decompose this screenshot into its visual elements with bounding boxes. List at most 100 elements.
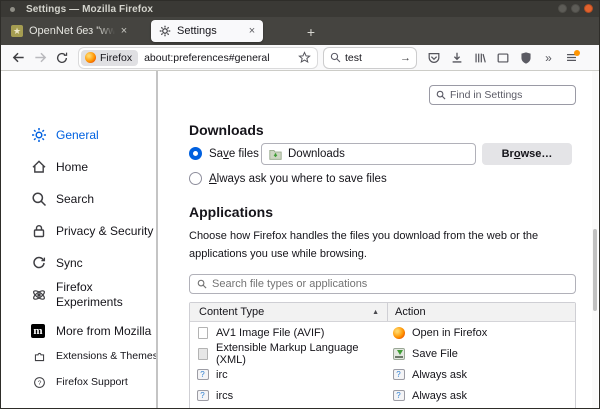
overflow-chevron-icon[interactable]: » [537,48,560,68]
window-title: Settings — Mozilla Firefox [26,4,153,15]
settings-main: Downloads Save files to Downloads Browse… [189,71,576,409]
table-row[interactable]: ? irc ? Always ask [190,364,575,385]
gear-icon [31,127,47,143]
back-button[interactable] [7,48,29,68]
library-icon[interactable] [468,48,491,68]
url-text[interactable]: about:preferences#general [144,52,298,64]
update-notification-dot [574,50,580,56]
search-icon [31,191,47,207]
content-type-cell: irc [216,369,228,381]
reload-button[interactable] [51,48,73,68]
action-cell[interactable]: Save File [412,348,458,360]
search-go-icon[interactable]: → [400,52,411,64]
column-header-content-type[interactable]: Content Type ▲ [190,303,388,321]
applications-description: Choose how Firefox handles the files you… [189,228,576,263]
tab-title: Settings [177,25,217,37]
sidebar-label: Home [56,160,88,174]
column-header-action[interactable]: Action [388,306,426,318]
sidebar-label: Sync [56,256,83,270]
maximize-button[interactable] [571,4,580,13]
content-type-cell: Extensible Markup Language (XML) [216,342,388,366]
search-bar[interactable]: test → [324,48,416,68]
help-icon: ? [33,376,46,389]
app-icon [10,7,15,12]
sidebar-label: Firefox Support [56,376,128,388]
browse-button[interactable]: Browse… [482,143,572,165]
svg-text:?: ? [38,379,42,386]
sidebar-label: Search [56,192,94,206]
identity-chip[interactable]: Firefox [81,50,138,66]
sync-icon [31,255,47,271]
sidebar-label: Firefox Experiments [56,280,144,310]
downloads-icon[interactable] [445,48,468,68]
sidebar-item-home[interactable]: Home [1,151,151,183]
action-cell[interactable]: Always ask [412,390,467,402]
menu-hamburger-icon[interactable] [560,48,583,68]
tab-close-icon[interactable]: × [117,24,131,38]
settings-sidebar: General Home Search Privacy & Security [1,71,151,409]
sidebar-label: General [56,128,99,142]
find-in-settings-input[interactable] [450,89,575,101]
downloads-folder-icon [269,148,282,160]
new-tab-button[interactable]: + [301,22,321,42]
sort-ascending-icon: ▲ [372,309,379,316]
table-row[interactable]: ?ircs ?Always ask [190,385,575,406]
table-header: Content Type ▲ Action [190,303,575,322]
sidebar-item-privacy-security[interactable]: Privacy & Security [1,215,151,247]
lock-icon [31,223,47,239]
search-value[interactable]: test [345,52,362,64]
action-cell[interactable]: Open in Firefox [412,327,487,339]
always-ask-option[interactable]: Always ask you where to save files [189,172,387,185]
sidebar-item-firefox-support[interactable]: ? Firefox Support [1,369,151,395]
content-type-cell: ircs [216,390,233,402]
minimize-button[interactable] [558,4,567,13]
bookmark-star-icon[interactable] [298,51,311,64]
tab-bar: ★ OpenNet без "www" - мини × Settings × … [1,17,599,45]
shield-extension-icon[interactable] [514,48,537,68]
question-bubble-icon: ? [392,368,405,381]
firefox-window: Settings — Mozilla Firefox ★ OpenNet без… [0,0,600,409]
find-in-settings[interactable] [429,85,576,105]
identity-label: Firefox [100,52,132,64]
url-bar[interactable]: Firefox about:preferences#general [79,48,317,68]
opennet-favicon: ★ [11,25,23,37]
gear-icon [159,25,171,37]
search-icon [436,90,446,100]
atom-icon [31,287,47,303]
sidebar-item-firefox-experiments[interactable]: Firefox Experiments [1,275,151,315]
download-path-input[interactable]: Downloads [261,143,476,165]
sidebar-item-search[interactable]: Search [1,183,151,215]
sidebar-toggle-icon[interactable] [491,48,514,68]
applications-search-input[interactable] [212,278,575,290]
table-row[interactable]: AV1 Image File (AVIF) Open in Firefox [190,322,575,343]
question-bubble-icon: ? [392,389,405,402]
tab-title: OpenNet без "www" - мини [29,25,115,37]
question-bubble-icon: ? [196,368,209,381]
action-cell[interactable]: Always ask [412,369,467,381]
table-row[interactable]: Extensible Markup Language (XML) Save Fi… [190,343,575,364]
tab-settings[interactable]: Settings × [151,20,263,42]
download-path-value: Downloads [288,148,345,160]
sidebar-label: Extensions & Themes [56,350,158,362]
sidebar-item-extensions-themes[interactable]: Extensions & Themes [1,343,151,369]
content-type-cell: AV1 Image File (AVIF) [216,327,324,339]
scrollbar [592,71,598,409]
firefox-icon [392,326,405,339]
search-icon [330,52,341,63]
toolbar-icons: » [422,48,583,68]
scrollbar-thumb[interactable] [593,229,597,311]
applications-search[interactable] [189,274,576,294]
close-button[interactable] [584,4,593,13]
tab-close-icon[interactable]: × [245,24,259,38]
applications-table: Content Type ▲ Action AV1 Image File (AV… [189,302,576,409]
sidebar-item-general[interactable]: General [1,119,151,151]
pocket-icon[interactable] [422,48,445,68]
sidebar-label: Privacy & Security [56,224,153,238]
settings-page: General Home Search Privacy & Security [1,71,599,409]
radio-unselected[interactable] [189,172,202,185]
forward-button[interactable] [29,48,51,68]
save-files-to-option[interactable]: Save files to [189,147,272,160]
radio-selected[interactable] [189,147,202,160]
xml-file-icon [196,347,209,360]
tab-opennet[interactable]: ★ OpenNet без "www" - мини × [7,20,135,42]
